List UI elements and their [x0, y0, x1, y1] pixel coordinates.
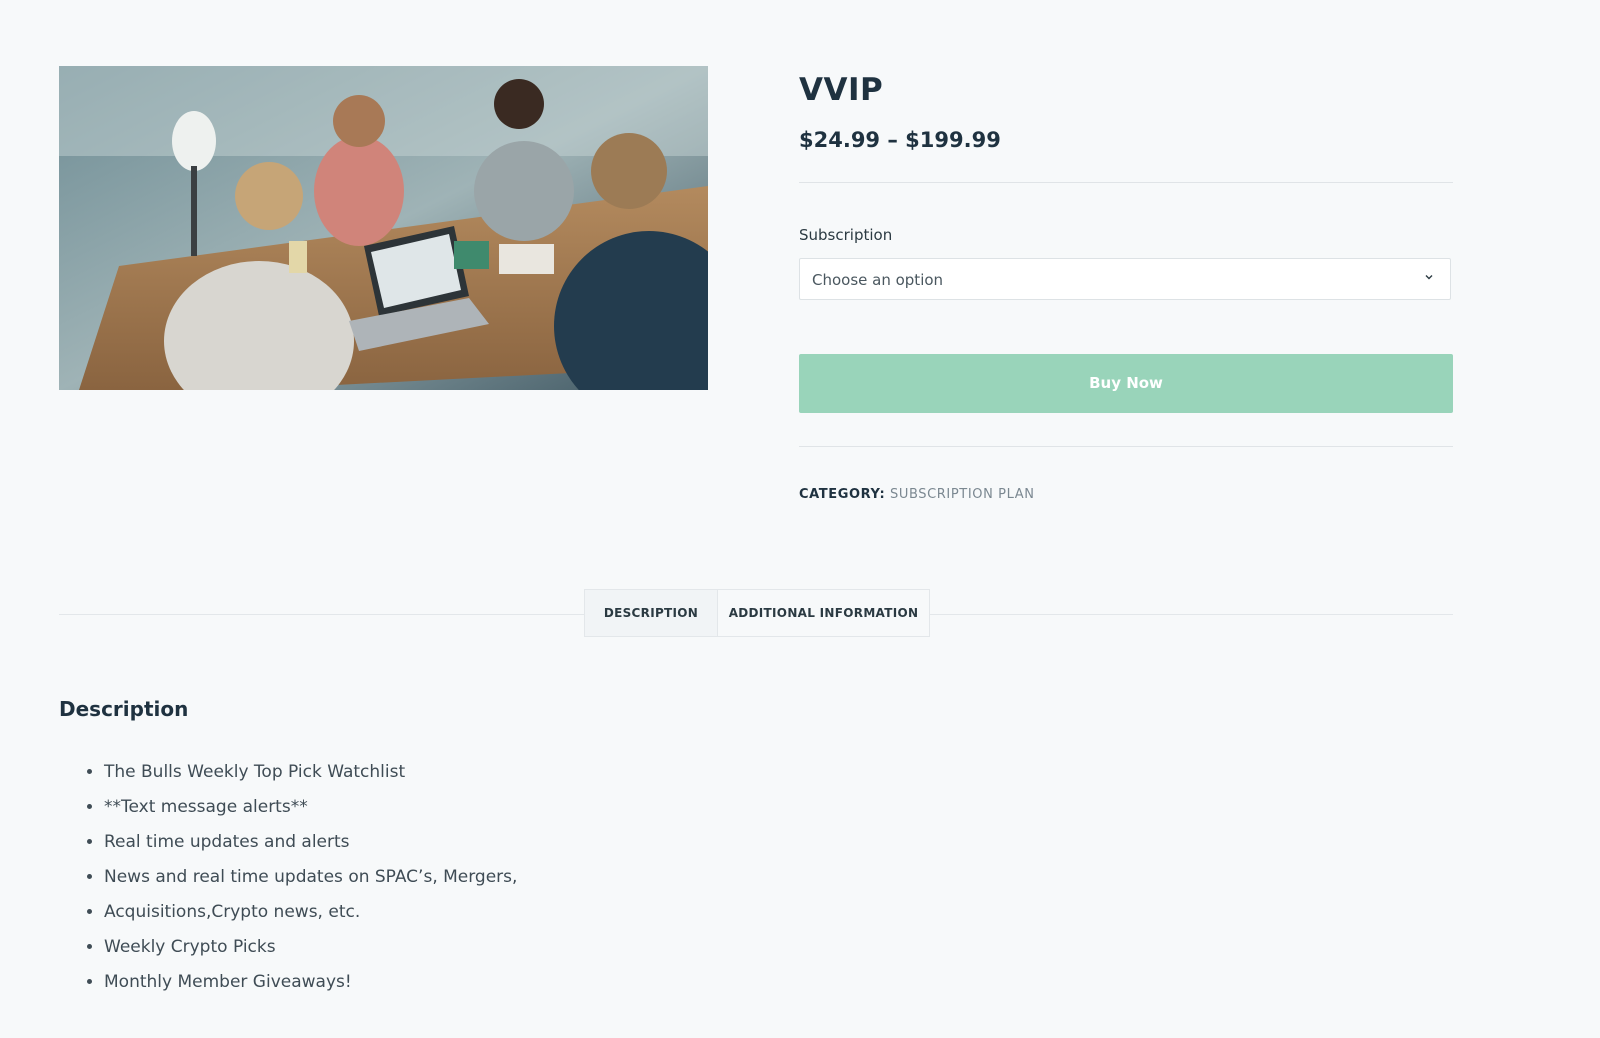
list-item: Monthly Member Giveaways!: [104, 965, 959, 1000]
divider: [799, 182, 1453, 183]
product-price: $24.99 – $199.99: [799, 128, 1001, 152]
office-photo-illustration: [59, 66, 708, 390]
product-title: VVIP: [799, 72, 884, 108]
list-item: Real time updates and alerts: [104, 825, 959, 860]
buy-now-button[interactable]: Buy Now: [799, 354, 1453, 413]
category-label: CATEGORY:: [799, 487, 886, 502]
description-panel: Description The Bulls Weekly Top Pick Wa…: [59, 697, 959, 1000]
category-link[interactable]: SUBSCRIPTION PLAN: [890, 487, 1035, 502]
list-item: Acquisitions,Crypto news, etc.: [104, 895, 959, 930]
product-image[interactable]: [59, 66, 708, 390]
product-meta: CATEGORY: SUBSCRIPTION PLAN: [799, 487, 1453, 503]
subscription-select[interactable]: Choose an option: [799, 258, 1451, 300]
list-item: News and real time updates on SPAC’s, Me…: [104, 860, 959, 895]
product-tabs: DESCRIPTION ADDITIONAL INFORMATION: [584, 589, 930, 637]
subscription-label: Subscription: [799, 226, 893, 244]
chevron-down-icon: [1425, 275, 1433, 280]
divider: [799, 446, 1453, 447]
tab-description[interactable]: DESCRIPTION: [584, 589, 718, 637]
description-heading: Description: [59, 697, 189, 721]
description-list: The Bulls Weekly Top Pick Watchlist **Te…: [59, 755, 959, 1000]
list-item: **Text message alerts**: [104, 790, 959, 825]
list-item: The Bulls Weekly Top Pick Watchlist: [104, 755, 959, 790]
tab-additional-information[interactable]: ADDITIONAL INFORMATION: [718, 589, 930, 637]
subscription-select-value: Choose an option: [812, 271, 944, 289]
product-page: VVIP $24.99 – $199.99 Subscription Choos…: [0, 0, 1600, 1038]
product-summary: VVIP $24.99 – $199.99 Subscription Choos…: [799, 66, 1453, 503]
list-item: Weekly Crypto Picks: [104, 930, 959, 965]
